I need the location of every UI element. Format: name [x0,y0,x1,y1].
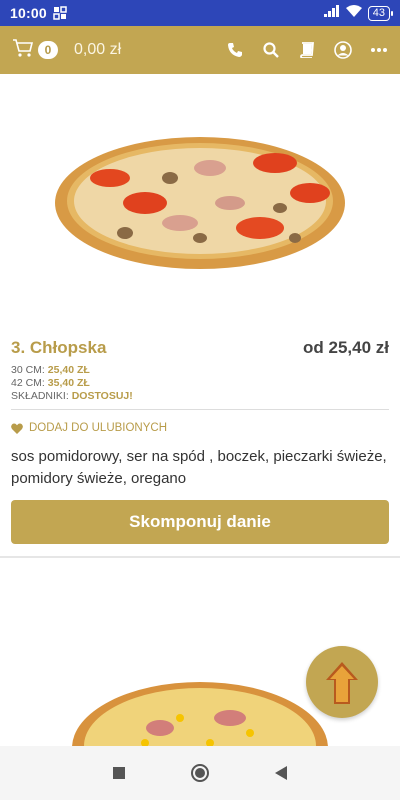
size-30-price: 25,40 ZŁ [47,364,90,376]
pizza-image[interactable] [11,74,389,332]
cart-button[interactable]: 0 [12,38,58,63]
recent-apps-icon[interactable] [112,766,126,780]
divider [11,409,389,410]
product-description: sos pomidorowy, ser na spód , boczek, pi… [11,448,387,487]
size-42-price: 35,40 ZŁ [47,377,90,389]
cart-icon [12,38,34,63]
add-to-favorites[interactable]: DODAJ DO ULUBIONYCH [11,422,389,434]
compose-dish-button[interactable]: Skomponuj danie [11,500,389,544]
cart-count-badge: 0 [38,41,58,59]
size-42-label: 42 CM: [11,377,45,389]
battery-level: 43 [372,6,385,19]
product-card: 3. Chłopska od 25,40 zł 30 CM: 25,40 ZŁ … [0,74,400,544]
ingredients-row: SKŁADNIKI: DOSTOSUJ! [11,390,389,403]
scroll-top-button[interactable] [306,646,378,718]
status-time: 10:00 [10,5,47,21]
size-42[interactable]: 42 CM: 35,40 ZŁ [11,377,389,390]
product-price: od 25,40 zł [303,338,389,357]
home-icon[interactable] [190,763,210,783]
size-30[interactable]: 30 CM: 25,40 ZŁ [11,364,389,377]
account-icon[interactable] [334,41,352,59]
system-nav-bar [0,746,400,800]
add-to-favorites-label: DODAJ DO ULUBIONYCH [29,422,168,434]
signal-icon [323,4,340,22]
arrow-up-icon [326,662,358,704]
battery-icon: 43 [367,5,394,21]
book-icon[interactable] [298,41,316,59]
wifi-icon [345,4,362,22]
customize-link[interactable]: DOSTOSUJ! [72,390,133,402]
more-icon[interactable] [370,41,388,59]
status-bar: 10:00 43 [0,0,400,26]
ingredients-label: SKŁADNIKI: [11,390,69,402]
product-name: 3. Chłopska [11,338,107,357]
search-icon[interactable] [262,41,280,59]
cart-total: 0,00 zł [74,41,122,58]
size-options: 30 CM: 25,40 ZŁ 42 CM: 35,40 ZŁ SKŁADNIK… [11,364,389,403]
back-icon[interactable] [274,765,288,781]
app-bar: 0 0,00 zł [0,26,400,74]
phone-icon[interactable] [226,41,244,59]
heart-icon [11,422,23,434]
size-30-label: 30 CM: [11,364,45,376]
nfc-icon [53,6,67,20]
